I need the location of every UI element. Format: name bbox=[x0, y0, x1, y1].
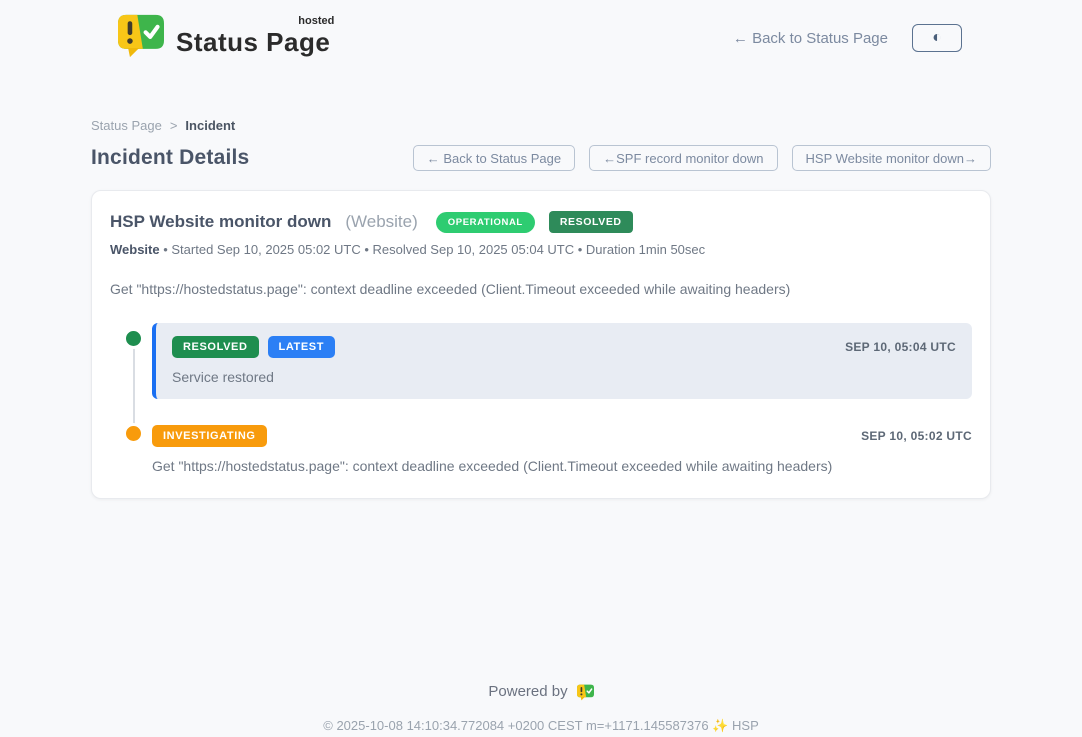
resolved-badge: RESOLVED bbox=[172, 336, 259, 358]
breadcrumb-separator: > bbox=[170, 118, 178, 133]
resolved-timeline-dot bbox=[126, 331, 141, 346]
breadcrumb-status-page-link[interactable]: Status Page bbox=[91, 118, 162, 133]
brand-superscript: hosted bbox=[298, 15, 334, 27]
breadcrumb-current: Incident bbox=[185, 118, 235, 133]
incident-title: HSP Website monitor down bbox=[110, 212, 331, 232]
next-incident-button[interactable]: HSP Website monitor down→ bbox=[792, 145, 991, 171]
brand-name: Status Page bbox=[176, 27, 330, 57]
dark-mode-icon: ◐ bbox=[932, 30, 942, 46]
theme-toggle-button[interactable]: ◐ bbox=[912, 24, 962, 52]
investigating-timeline-dot bbox=[126, 426, 141, 441]
incident-description: Get "https://hostedstatus.page": context… bbox=[110, 281, 972, 297]
breadcrumb: Status Page > Incident bbox=[91, 118, 991, 133]
main-content: Status Page > Incident Incident Details … bbox=[91, 118, 991, 499]
update-message: Service restored bbox=[172, 369, 956, 385]
incident-meta: Website • Started Sep 10, 2025 05:02 UTC… bbox=[110, 242, 972, 257]
header: hosted Status Page ← Back to Status Page… bbox=[0, 0, 1082, 64]
incident-nav-buttons: ← Back to Status Page ←SPF record monito… bbox=[413, 145, 991, 171]
update-message: Get "https://hostedstatus.page": context… bbox=[152, 458, 972, 474]
incident-meta-details: • Started Sep 10, 2025 05:02 UTC • Resol… bbox=[160, 242, 706, 257]
back-to-status-page-button[interactable]: ← Back to Status Page bbox=[413, 145, 575, 171]
latest-update-box: RESOLVED LATEST SEP 10, 05:04 UTC Servic… bbox=[152, 323, 972, 399]
investigating-badge: INVESTIGATING bbox=[152, 425, 267, 447]
incident-meta-component: Website bbox=[110, 242, 160, 257]
brand-logo[interactable]: hosted Status Page bbox=[118, 13, 330, 64]
incident-card: HSP Website monitor down (Website) OPERA… bbox=[91, 190, 991, 499]
timeline-update-latest: RESOLVED LATEST SEP 10, 05:04 UTC Servic… bbox=[110, 323, 972, 399]
powered-by-label: Powered by bbox=[488, 683, 567, 700]
operational-status-badge: OPERATIONAL bbox=[436, 212, 535, 233]
resolved-state-badge: RESOLVED bbox=[549, 211, 633, 233]
page-title: Incident Details bbox=[91, 146, 249, 170]
footer-copyright: © 2025-10-08 14:10:34.772084 +0200 CEST … bbox=[0, 718, 1082, 734]
latest-badge: LATEST bbox=[268, 336, 336, 358]
timeline-update-investigating: INVESTIGATING SEP 10, 05:02 UTC Get "htt… bbox=[110, 425, 972, 474]
header-back-to-status-page-link[interactable]: ← Back to Status Page bbox=[733, 30, 888, 47]
status-page-logo-icon bbox=[118, 13, 164, 64]
previous-incident-button[interactable]: ←SPF record monitor down bbox=[589, 145, 777, 171]
footer-powered-by: Powered by bbox=[0, 683, 1082, 701]
status-page-logo-small-icon bbox=[577, 683, 594, 701]
update-timestamp: SEP 10, 05:04 UTC bbox=[845, 340, 956, 354]
incident-component: (Website) bbox=[345, 212, 417, 232]
incident-timeline: RESOLVED LATEST SEP 10, 05:04 UTC Servic… bbox=[110, 323, 972, 474]
update-timestamp: SEP 10, 05:02 UTC bbox=[861, 429, 972, 443]
